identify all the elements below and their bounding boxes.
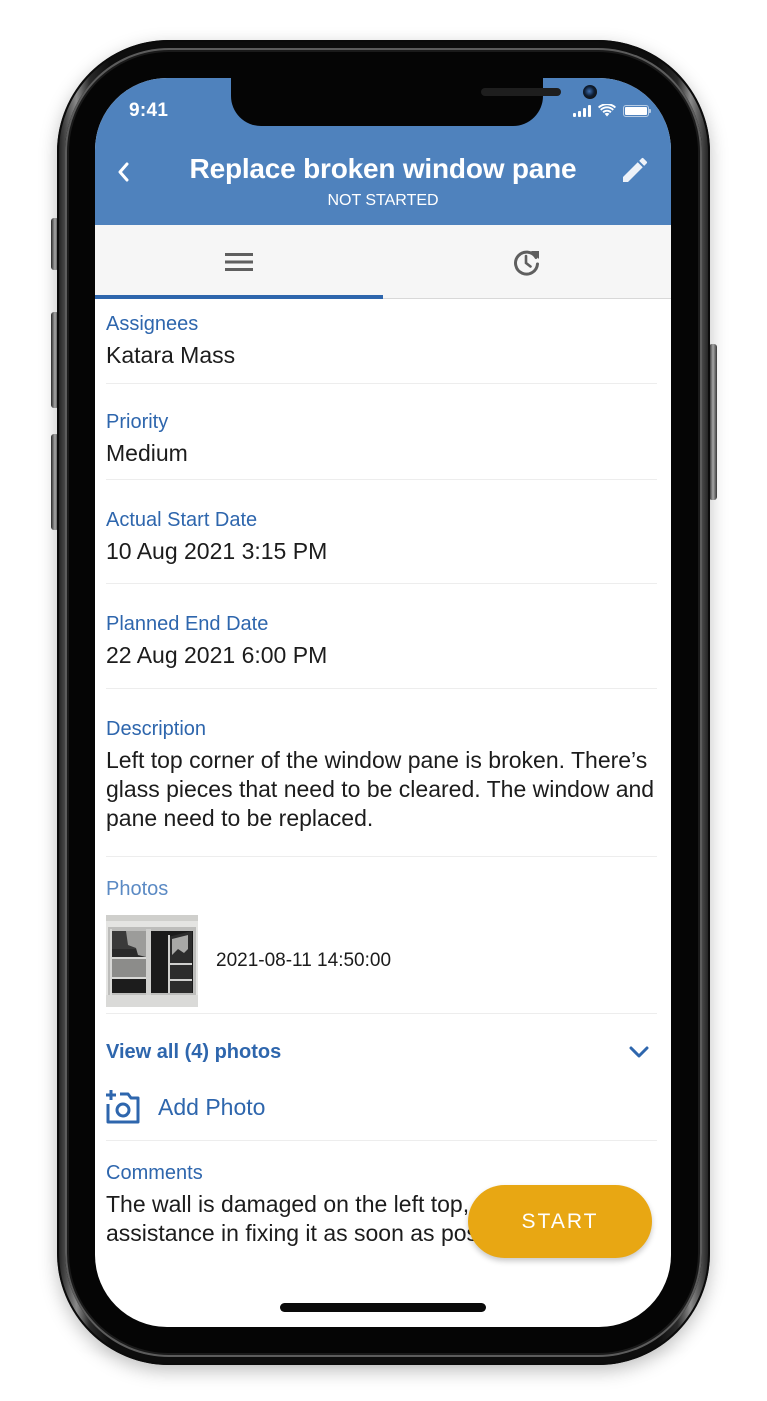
view-all-photos-label: View all (4) photos	[106, 1040, 282, 1063]
field-planned-end-date: Planned End Date 22 Aug 2021 6:00 PM	[106, 584, 657, 689]
field-label: Planned End Date	[106, 613, 269, 635]
status-time: 9:41	[129, 100, 169, 121]
task-details: Assignees Katara Mass Priority Medium Ac…	[106, 300, 657, 1248]
notch	[231, 78, 597, 126]
photo-item[interactable]: 2021-08-11 14:50:00	[106, 915, 657, 1007]
broken-window-photo[interactable]	[106, 915, 198, 1007]
field-label: Comments	[106, 1162, 203, 1184]
clock-refresh-icon	[514, 250, 539, 276]
field-description: Description Left top corner of the windo…	[106, 689, 657, 857]
home-indicator[interactable]	[280, 1303, 486, 1312]
field-value: 22 Aug 2021 6:00 PM	[106, 642, 328, 668]
field-value: 10 Aug 2021 3:15 PM	[106, 538, 328, 564]
field-label: Actual Start Date	[106, 509, 258, 531]
edit-button[interactable]	[617, 152, 653, 188]
field-value: Left top corner of the window pane is br…	[106, 747, 655, 831]
tab-details[interactable]	[95, 225, 383, 299]
field-actual-start-date: Actual Start Date 10 Aug 2021 3:15 PM	[106, 480, 657, 584]
battery-icon	[623, 104, 651, 117]
tab-bar	[95, 225, 671, 299]
app-header: 9:41 Replace broken window pane NOT STAR…	[95, 78, 671, 225]
field-value: Medium	[106, 440, 188, 466]
view-all-photos-button[interactable]: View all (4) photos	[106, 1014, 657, 1090]
field-label: Description	[106, 718, 207, 740]
status-icons	[573, 104, 651, 117]
field-label: Priority	[106, 411, 169, 433]
chevron-down-icon	[629, 1046, 649, 1058]
add-photo-button[interactable]: Add Photo	[106, 1090, 657, 1141]
menu-icon	[225, 252, 253, 271]
tab-history[interactable]	[383, 225, 671, 298]
start-button[interactable]: START	[468, 1185, 652, 1258]
photo-timestamp: 2021-08-11 14:50:00	[216, 950, 392, 971]
field-label: Assignees	[106, 313, 199, 335]
speaker-grille	[481, 88, 561, 96]
wifi-icon	[598, 104, 616, 117]
field-label: Photos	[106, 878, 169, 900]
phone-screen: 9:41 Replace broken window pane NOT STAR…	[95, 78, 671, 1327]
field-photos: Photos 2021-08-11 14:50:00	[106, 857, 657, 1014]
add-photo-icon	[106, 1090, 140, 1124]
pencil-icon	[623, 157, 648, 182]
page-title: Replace broken window pane	[189, 153, 577, 184]
field-priority: Priority Medium	[106, 384, 657, 480]
field-value: Katara Mass	[106, 342, 236, 368]
field-assignees: Assignees Katara Mass	[106, 300, 657, 384]
front-camera	[583, 85, 597, 99]
add-photo-label: Add Photo	[158, 1093, 266, 1120]
power-button	[709, 344, 717, 500]
cellular-signal-icon	[573, 104, 591, 117]
status-label: NOT STARTED	[327, 192, 439, 209]
